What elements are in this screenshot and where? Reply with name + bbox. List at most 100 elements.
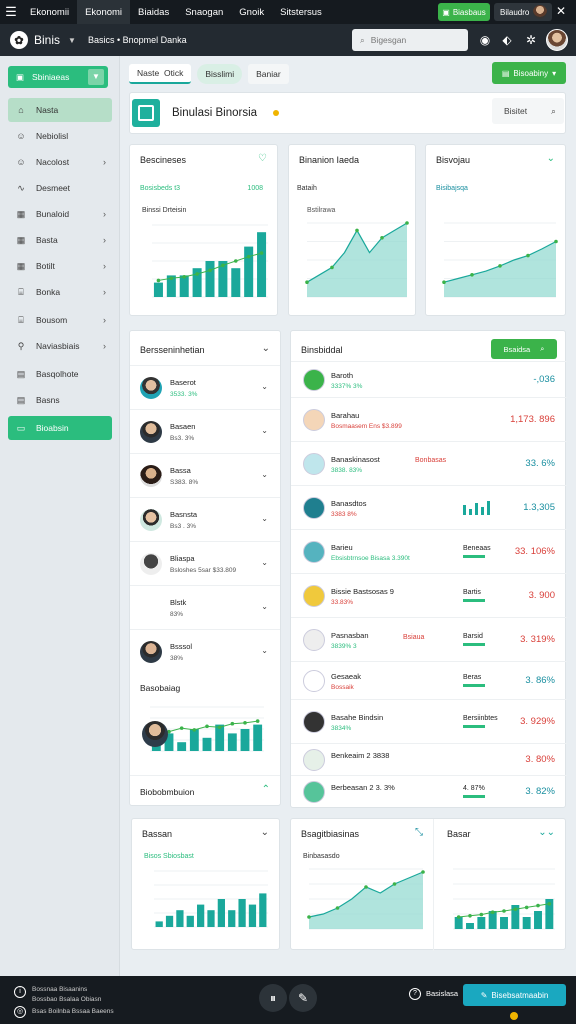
chevron-down-icon[interactable]: ⌄	[547, 153, 555, 164]
topbar-green-button[interactable]: ▣ Biasbaus	[438, 3, 490, 21]
list-item[interactable]: Bassa S383. 8% ⌄	[130, 453, 280, 497]
tab-gnoik[interactable]: Gnoik	[231, 0, 272, 24]
sidebar-item-desmeet[interactable]: ∿ Desmeet	[8, 176, 112, 200]
stat-row[interactable]: Pasnasban 3839% 3 3. 319% Barsid Bsiaua	[291, 617, 567, 661]
settings-icon[interactable]: ◉	[478, 33, 492, 47]
pause-icon[interactable]: ⏸	[259, 984, 287, 1012]
chevron-down-icon[interactable]: ⌄⌄	[538, 827, 555, 838]
sidebar-item-basns[interactable]: ▤ Basns	[8, 388, 112, 412]
chevron-down-icon[interactable]: ⌄	[261, 602, 268, 611]
chevron-down-icon[interactable]: ⌄	[261, 558, 268, 567]
stat-row[interactable]: Barieu Ebsisbtrnsoe Bisasa 3.390t 33. 106%…	[291, 529, 567, 573]
sidebar-item-botilt[interactable]: ▦ Botilt ›	[8, 254, 112, 278]
title-search[interactable]: Bisitet ⌕	[492, 98, 564, 124]
tab-ekonomii[interactable]: Ekonomii	[22, 0, 77, 24]
list-item[interactable]: Basnsta Bs3 . 3% ⌄	[130, 497, 280, 541]
list-item[interactable]: Basaen Bs3. 3% ⌄	[130, 409, 280, 453]
sidebar-item-basqolhote[interactable]: ▤ Basqolhote	[8, 362, 112, 386]
stat-row[interactable]: Banaskinasost 3838. 83% 33. 6% Bonbasas	[291, 441, 567, 485]
data-point	[330, 265, 334, 270]
heart-icon[interactable]: ♡	[258, 153, 267, 164]
help-link[interactable]: Basislasa	[426, 989, 458, 998]
logo-icon[interactable]: ✿	[10, 31, 28, 49]
chevron-down-icon[interactable]: ⌄	[262, 343, 270, 354]
mini-bar	[463, 555, 485, 558]
sidebar-item-basta[interactable]: ▦ Basta ›	[8, 228, 112, 252]
list-item-name: Bassa	[170, 466, 191, 475]
stats-filter-button[interactable]: Bsaidsa ⌕	[491, 339, 557, 359]
user-menu[interactable]: Bilaudro	[494, 3, 552, 21]
stat-row[interactable]: Baroth 3337% 3% -,036	[291, 361, 567, 397]
export-button[interactable]: ▤ Bisoabiny ▾	[492, 62, 566, 84]
card-title: Binsbiddal	[301, 345, 343, 355]
sidebar-item-label: Basta	[36, 235, 58, 245]
chevron-down-icon[interactable]: ⌄	[261, 426, 268, 435]
chevron-down-icon[interactable]: ▼	[68, 36, 76, 45]
info-icon[interactable]: i	[14, 986, 26, 998]
tab-naste[interactable]: Naste Otick	[129, 64, 192, 84]
close-icon[interactable]: ✕	[556, 4, 566, 18]
stat-row[interactable]: Berbeasan 2 3. 3% 3. 82% 4. 87%	[291, 775, 567, 807]
list-item[interactable]: Bsssol 38% ⌄	[130, 629, 280, 673]
data-point	[526, 253, 530, 258]
sidebar-item-nacolost[interactable]: ☺ Nacolost ›	[8, 150, 112, 174]
share-icon[interactable]: ⬖	[500, 33, 514, 47]
avatar	[140, 421, 162, 443]
sidebar-item-naviasbiais[interactable]: ⚲ Naviasbiais ›	[8, 334, 112, 358]
menu-icon[interactable]: ☰	[0, 4, 22, 20]
mini-bar	[463, 599, 485, 602]
gear-icon[interactable]: ✲	[524, 33, 538, 47]
stat-value: 1,173. 896	[510, 414, 555, 425]
sidebar-item-bioabsin[interactable]: ▭ Bioabsin	[8, 416, 112, 440]
cta-button[interactable]: ✎ Bisebsatmaabin	[463, 984, 566, 1006]
sidebar-item-label: Nacolost	[36, 157, 70, 167]
stat-detail: 33.83%	[331, 599, 354, 606]
chevron-down-icon[interactable]: ⌄	[261, 470, 268, 479]
sidebar-item-nasta[interactable]: ⌂ Nasta	[8, 98, 112, 122]
bar	[238, 899, 246, 927]
sidebar-item-bousom[interactable]: ⌸ Bousom ›	[8, 308, 112, 332]
collapse-icon[interactable]: ⤡	[415, 827, 423, 838]
help-icon[interactable]: ?	[409, 988, 421, 1000]
stat-row[interactable]: Benkeaim 2 3838 3. 80%	[291, 743, 567, 775]
breadcrumb[interactable]: Basics • Bnopmel Danka	[88, 35, 187, 45]
list-item-name: Bliaspa	[170, 554, 195, 563]
stat-row[interactable]: Basahe Bindsin 3834% 3. 929% Bersiinbtes	[291, 699, 567, 743]
list-item[interactable]: Baserot 3533. 3% ⌄	[130, 365, 280, 409]
tab-sitstersus[interactable]: Sitstersus	[272, 0, 330, 24]
stat-row[interactable]: Bissie Bastsosas 9 33.83% 3. 900 Bartis	[291, 573, 567, 617]
sidebar-item-bonka[interactable]: ⌸ Bonka ›	[8, 280, 112, 304]
chart-bars-1	[152, 224, 268, 298]
stat-row[interactable]: Barahau Bosmaasem Ens $3.899 1,173. 896	[291, 397, 567, 441]
status-dot	[510, 1012, 518, 1020]
stat-row[interactable]: Gesaeak Bossaik 3. 86% Beras	[291, 661, 567, 699]
stat-detail: Bossaik	[331, 684, 354, 691]
chevron-up-icon[interactable]: ⌃	[262, 784, 270, 795]
tab-baniar[interactable]: Baniar	[248, 64, 289, 84]
chevron-down-icon[interactable]: ⌄	[261, 382, 268, 391]
data-point	[195, 272, 199, 276]
chevron-down-icon: ▾	[552, 68, 557, 78]
avatar[interactable]	[546, 29, 568, 51]
chevron-down-icon[interactable]: ⌄	[261, 827, 269, 838]
chevron-down-icon[interactable]: ⌄	[261, 646, 268, 655]
list-item[interactable]: Blstk 83% ⌄	[130, 585, 280, 629]
stat-row[interactable]: Banasdtos 3383 8% 1.3,305	[291, 485, 567, 529]
tab-biaidas[interactable]: Biaidas	[130, 0, 177, 24]
chevron-down-icon[interactable]: ▼	[88, 69, 104, 85]
area-fill	[309, 872, 423, 929]
sidebar: ▣ Sbiniaeas ▼ ⌂ Nasta ☺ Nebiolisl ☺ Nacolost › ∿ D…	[0, 56, 120, 976]
edit-icon[interactable]: ✎	[289, 984, 317, 1012]
search-input[interactable]: ⌕ Bigesgan	[352, 29, 468, 51]
list-item[interactable]: Bliaspa Bsloshes 5sar $33.809 ⌄	[130, 541, 280, 585]
tab-bisslimi[interactable]: Bisslimi	[197, 64, 243, 84]
chevron-down-icon[interactable]: ⌄	[261, 514, 268, 523]
tab-snaogan[interactable]: Snaogan	[177, 0, 231, 24]
chevron-right-icon: ›	[103, 315, 106, 325]
sidebar-item-nebiolisl[interactable]: ☺ Nebiolisl	[8, 124, 112, 148]
globe-icon[interactable]: ◎	[14, 1006, 26, 1018]
tab-ekonomi[interactable]: Ekonomi	[77, 0, 131, 24]
avatar	[142, 721, 168, 747]
sidebar-item-bunaloid[interactable]: ▦ Bunaloid ›	[8, 202, 112, 226]
sidebar-selector[interactable]: ▣ Sbiniaeas ▼	[8, 66, 108, 88]
